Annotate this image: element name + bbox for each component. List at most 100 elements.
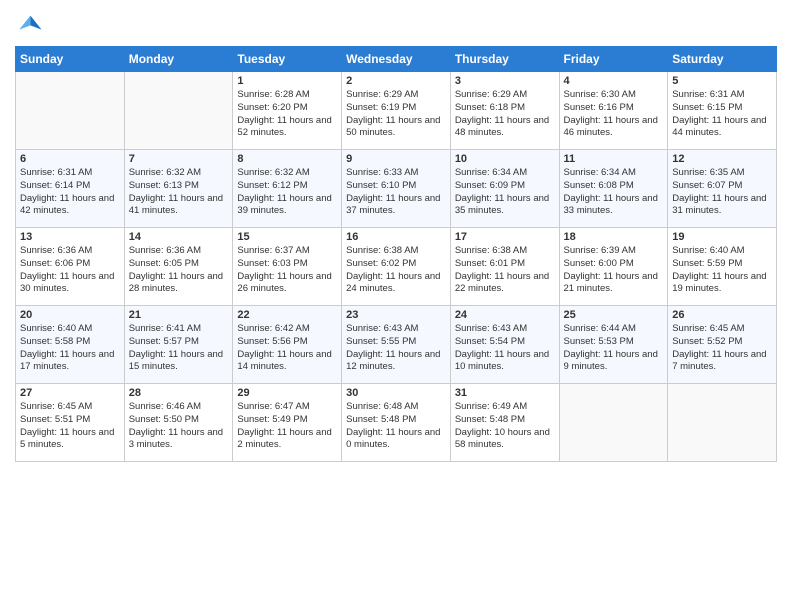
day-number: 4 bbox=[564, 75, 664, 87]
day-number: 2 bbox=[346, 75, 446, 87]
day-number: 12 bbox=[672, 153, 772, 165]
day-cell: 6Sunrise: 6:31 AM Sunset: 6:14 PM Daylig… bbox=[16, 150, 125, 228]
day-info: Sunrise: 6:48 AM Sunset: 5:48 PM Dayligh… bbox=[346, 401, 446, 452]
day-info: Sunrise: 6:39 AM Sunset: 6:00 PM Dayligh… bbox=[564, 245, 664, 296]
day-cell: 26 Sunrise: 6:45 AM Sunset: 5:52 PM Dayli… bbox=[668, 306, 777, 384]
day-number: 5 bbox=[672, 75, 772, 87]
day-cell: 15 Sunrise: 6:37 AM Sunset: 6:03 PM Dayli… bbox=[233, 228, 342, 306]
week-row-4: 20 Sunrise: 6:40 AM Sunset: 5:58 PM Dayli… bbox=[16, 306, 777, 384]
day-cell: 10Sunrise: 6:34 AM Sunset: 6:09 PM Dayli… bbox=[450, 150, 559, 228]
day-cell bbox=[668, 384, 777, 462]
day-cell: 9 Sunrise: 6:33 AM Sunset: 6:10 PM Daylig… bbox=[342, 150, 451, 228]
day-number: 25 bbox=[564, 309, 664, 321]
day-number: 15 bbox=[237, 231, 337, 243]
day-info: Sunrise: 6:31 AM Sunset: 6:14 PM Dayligh… bbox=[20, 167, 120, 218]
day-cell: 21 Sunrise: 6:41 AM Sunset: 5:57 PM Dayli… bbox=[124, 306, 233, 384]
day-cell: 30 Sunrise: 6:48 AM Sunset: 5:48 PM Dayli… bbox=[342, 384, 451, 462]
day-info: Sunrise: 6:30 AM Sunset: 6:16 PM Dayligh… bbox=[564, 89, 664, 140]
day-cell: 16 Sunrise: 6:38 AM Sunset: 6:02 PM Dayli… bbox=[342, 228, 451, 306]
day-number: 14 bbox=[129, 231, 229, 243]
day-info: Sunrise: 6:41 AM Sunset: 5:57 PM Dayligh… bbox=[129, 323, 229, 374]
day-cell: 29 Sunrise: 6:47 AM Sunset: 5:49 PM Dayli… bbox=[233, 384, 342, 462]
day-info: Sunrise: 6:36 AM Sunset: 6:06 PM Dayligh… bbox=[20, 245, 120, 296]
day-cell: 12Sunrise: 6:35 AM Sunset: 6:07 PM Dayli… bbox=[668, 150, 777, 228]
day-cell: 17Sunrise: 6:38 AM Sunset: 6:01 PM Dayli… bbox=[450, 228, 559, 306]
week-row-5: 27 Sunrise: 6:45 AM Sunset: 5:51 PM Dayli… bbox=[16, 384, 777, 462]
day-cell: 5 Sunrise: 6:31 AM Sunset: 6:15 PM Daylig… bbox=[668, 72, 777, 150]
day-cell: 24 Sunrise: 6:43 AM Sunset: 5:54 PM Dayli… bbox=[450, 306, 559, 384]
day-info: Sunrise: 6:29 AM Sunset: 6:18 PM Dayligh… bbox=[455, 89, 555, 140]
day-cell bbox=[559, 384, 668, 462]
day-cell: 25Sunrise: 6:44 AM Sunset: 5:53 PM Dayli… bbox=[559, 306, 668, 384]
day-cell: 13 Sunrise: 6:36 AM Sunset: 6:06 PM Dayli… bbox=[16, 228, 125, 306]
day-cell: 23Sunrise: 6:43 AM Sunset: 5:55 PM Dayli… bbox=[342, 306, 451, 384]
day-number: 9 bbox=[346, 153, 446, 165]
day-info: Sunrise: 6:45 AM Sunset: 5:51 PM Dayligh… bbox=[20, 401, 120, 452]
day-info: Sunrise: 6:42 AM Sunset: 5:56 PM Dayligh… bbox=[237, 323, 337, 374]
day-number: 22 bbox=[237, 309, 337, 321]
day-cell: 22 Sunrise: 6:42 AM Sunset: 5:56 PM Dayli… bbox=[233, 306, 342, 384]
main-container: SundayMondayTuesdayWednesdayThursdayFrid… bbox=[0, 0, 792, 472]
day-cell: 18Sunrise: 6:39 AM Sunset: 6:00 PM Dayli… bbox=[559, 228, 668, 306]
day-cell: 1Sunrise: 6:28 AM Sunset: 6:20 PM Daylig… bbox=[233, 72, 342, 150]
logo-icon bbox=[15, 10, 43, 38]
week-row-3: 13 Sunrise: 6:36 AM Sunset: 6:06 PM Dayli… bbox=[16, 228, 777, 306]
day-number: 3 bbox=[455, 75, 555, 87]
logo bbox=[15, 10, 47, 38]
day-info: Sunrise: 6:38 AM Sunset: 6:02 PM Dayligh… bbox=[346, 245, 446, 296]
day-number: 21 bbox=[129, 309, 229, 321]
header-cell-sunday: Sunday bbox=[16, 47, 125, 72]
header bbox=[15, 10, 777, 38]
day-cell: 27 Sunrise: 6:45 AM Sunset: 5:51 PM Dayli… bbox=[16, 384, 125, 462]
header-cell-monday: Monday bbox=[124, 47, 233, 72]
day-number: 19 bbox=[672, 231, 772, 243]
header-cell-thursday: Thursday bbox=[450, 47, 559, 72]
day-info: Sunrise: 6:40 AM Sunset: 5:59 PM Dayligh… bbox=[672, 245, 772, 296]
header-cell-friday: Friday bbox=[559, 47, 668, 72]
day-info: Sunrise: 6:49 AM Sunset: 5:48 PM Dayligh… bbox=[455, 401, 555, 452]
day-number: 30 bbox=[346, 387, 446, 399]
day-cell: 4 Sunrise: 6:30 AM Sunset: 6:16 PM Daylig… bbox=[559, 72, 668, 150]
day-number: 26 bbox=[672, 309, 772, 321]
day-cell: 11 Sunrise: 6:34 AM Sunset: 6:08 PM Dayli… bbox=[559, 150, 668, 228]
day-info: Sunrise: 6:43 AM Sunset: 5:54 PM Dayligh… bbox=[455, 323, 555, 374]
day-info: Sunrise: 6:32 AM Sunset: 6:13 PM Dayligh… bbox=[129, 167, 229, 218]
day-info: Sunrise: 6:34 AM Sunset: 6:09 PM Dayligh… bbox=[455, 167, 555, 218]
day-number: 16 bbox=[346, 231, 446, 243]
day-info: Sunrise: 6:46 AM Sunset: 5:50 PM Dayligh… bbox=[129, 401, 229, 452]
day-number: 13 bbox=[20, 231, 120, 243]
day-cell: 8Sunrise: 6:32 AM Sunset: 6:12 PM Daylig… bbox=[233, 150, 342, 228]
calendar-table: SundayMondayTuesdayWednesdayThursdayFrid… bbox=[15, 46, 777, 462]
day-cell: 7 Sunrise: 6:32 AM Sunset: 6:13 PM Daylig… bbox=[124, 150, 233, 228]
day-cell: 14 Sunrise: 6:36 AM Sunset: 6:05 PM Dayli… bbox=[124, 228, 233, 306]
day-info: Sunrise: 6:40 AM Sunset: 5:58 PM Dayligh… bbox=[20, 323, 120, 374]
day-number: 27 bbox=[20, 387, 120, 399]
day-cell: 3 Sunrise: 6:29 AM Sunset: 6:18 PM Daylig… bbox=[450, 72, 559, 150]
day-info: Sunrise: 6:43 AM Sunset: 5:55 PM Dayligh… bbox=[346, 323, 446, 374]
day-cell bbox=[16, 72, 125, 150]
day-number: 7 bbox=[129, 153, 229, 165]
day-cell: 31 Sunrise: 6:49 AM Sunset: 5:48 PM Dayli… bbox=[450, 384, 559, 462]
day-info: Sunrise: 6:31 AM Sunset: 6:15 PM Dayligh… bbox=[672, 89, 772, 140]
day-info: Sunrise: 6:45 AM Sunset: 5:52 PM Dayligh… bbox=[672, 323, 772, 374]
day-number: 28 bbox=[129, 387, 229, 399]
day-info: Sunrise: 6:37 AM Sunset: 6:03 PM Dayligh… bbox=[237, 245, 337, 296]
day-info: Sunrise: 6:29 AM Sunset: 6:19 PM Dayligh… bbox=[346, 89, 446, 140]
day-info: Sunrise: 6:36 AM Sunset: 6:05 PM Dayligh… bbox=[129, 245, 229, 296]
day-info: Sunrise: 6:47 AM Sunset: 5:49 PM Dayligh… bbox=[237, 401, 337, 452]
day-cell: 28 Sunrise: 6:46 AM Sunset: 5:50 PM Dayli… bbox=[124, 384, 233, 462]
day-cell bbox=[124, 72, 233, 150]
day-info: Sunrise: 6:34 AM Sunset: 6:08 PM Dayligh… bbox=[564, 167, 664, 218]
day-cell: 2 Sunrise: 6:29 AM Sunset: 6:19 PM Daylig… bbox=[342, 72, 451, 150]
day-number: 20 bbox=[20, 309, 120, 321]
day-info: Sunrise: 6:28 AM Sunset: 6:20 PM Dayligh… bbox=[237, 89, 337, 140]
day-info: Sunrise: 6:38 AM Sunset: 6:01 PM Dayligh… bbox=[455, 245, 555, 296]
day-number: 29 bbox=[237, 387, 337, 399]
header-cell-tuesday: Tuesday bbox=[233, 47, 342, 72]
day-number: 24 bbox=[455, 309, 555, 321]
day-info: Sunrise: 6:33 AM Sunset: 6:10 PM Dayligh… bbox=[346, 167, 446, 218]
header-cell-wednesday: Wednesday bbox=[342, 47, 451, 72]
day-number: 31 bbox=[455, 387, 555, 399]
day-number: 11 bbox=[564, 153, 664, 165]
week-row-2: 6Sunrise: 6:31 AM Sunset: 6:14 PM Daylig… bbox=[16, 150, 777, 228]
